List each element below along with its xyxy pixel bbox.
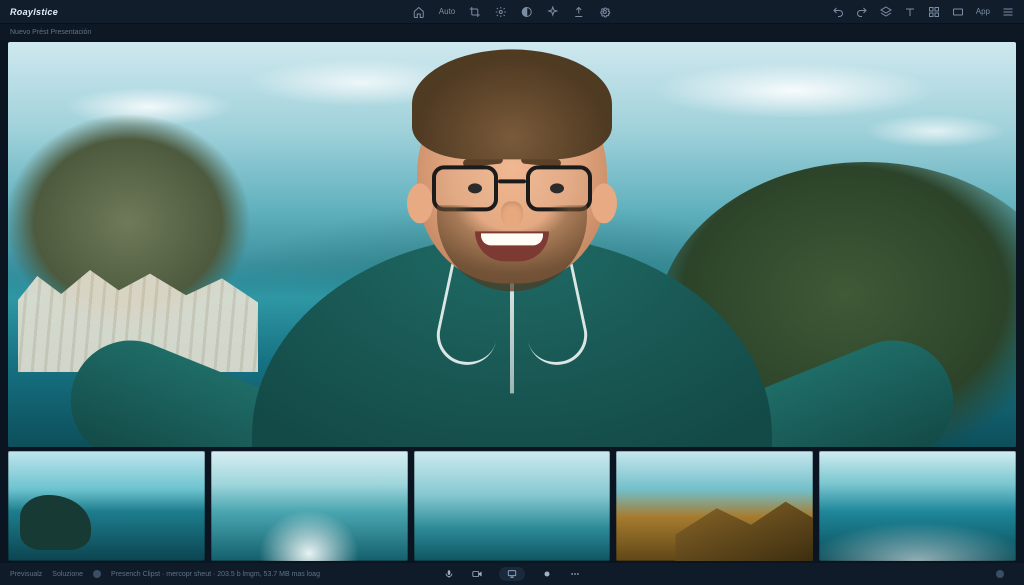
- cam-icon[interactable]: [471, 568, 483, 580]
- export-icon[interactable]: [573, 6, 585, 18]
- thumbnail[interactable]: [8, 451, 205, 561]
- top-center-tools: Auto: [413, 6, 611, 18]
- app-brand: Roaylstice: [10, 7, 58, 17]
- grid-icon[interactable]: [928, 6, 940, 18]
- sub-toolbar: Nuevo Prést Presentación: [0, 24, 1024, 40]
- undo-icon[interactable]: [832, 6, 844, 18]
- menu-icon[interactable]: [1002, 6, 1014, 18]
- breadcrumb: Nuevo Prést Presentación: [10, 29, 91, 36]
- subject-person: [232, 56, 792, 447]
- top-right-tools: App: [832, 6, 1014, 18]
- thumbnail[interactable]: [211, 451, 408, 561]
- thumbnail[interactable]: [616, 451, 813, 561]
- zoom-knob-icon[interactable]: [996, 570, 1004, 578]
- text-icon[interactable]: [904, 6, 916, 18]
- thumbnail[interactable]: [414, 451, 611, 561]
- home-icon[interactable]: [413, 6, 425, 18]
- mic-icon[interactable]: [443, 568, 455, 580]
- effects-icon[interactable]: [547, 6, 559, 18]
- top-toolbar: Roaylstice Auto App: [0, 0, 1024, 24]
- layers-icon[interactable]: [880, 6, 892, 18]
- bottom-toolbar: Previsualz Soluzione Presench Clipst · m…: [0, 563, 1024, 585]
- adjust-icon[interactable]: [495, 6, 507, 18]
- share-button[interactable]: [499, 567, 525, 581]
- thumbnail-strip: [8, 451, 1016, 561]
- app-label: App: [976, 7, 990, 16]
- slider-knob-icon[interactable]: [93, 570, 101, 578]
- bottom-center-controls: [443, 567, 581, 581]
- crop-icon[interactable]: [469, 6, 481, 18]
- thumbnail[interactable]: [819, 451, 1016, 561]
- color-icon[interactable]: [521, 6, 533, 18]
- hero-image[interactable]: [8, 42, 1016, 447]
- main-area: [0, 40, 1024, 563]
- status-left-a: Previsualz: [10, 571, 42, 578]
- redo-icon[interactable]: [856, 6, 868, 18]
- more-icon[interactable]: [569, 568, 581, 580]
- settings-icon[interactable]: [599, 6, 611, 18]
- status-left-b: Soluzione: [52, 571, 83, 578]
- clip-info: Presench Clipst · mercopr sheut · 203.5 …: [111, 571, 320, 578]
- auto-label[interactable]: Auto: [439, 6, 455, 18]
- ratio-icon[interactable]: [952, 6, 964, 18]
- record-icon[interactable]: [541, 568, 553, 580]
